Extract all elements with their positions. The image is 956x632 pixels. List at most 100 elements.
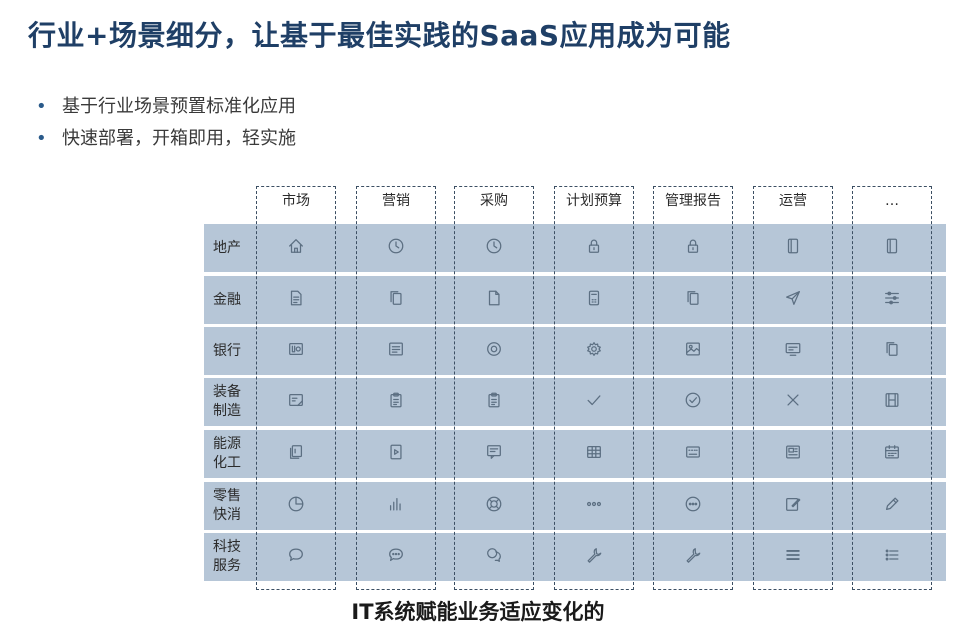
matrix-cell <box>356 327 436 375</box>
industry-scenario-matrix: 地产 金融 银行 装备 制造 能源 化工 零售 快消 科技 服务 市场 营销 采购 计划预算 管理报告 运营… <box>204 186 946 590</box>
matrix-cell <box>753 276 833 324</box>
play-file-icon <box>387 443 405 465</box>
keyboard-icon <box>684 443 702 465</box>
lock-icon <box>585 237 603 259</box>
matrix-cell <box>653 430 733 478</box>
film-icon <box>883 391 901 413</box>
sliders-icon <box>883 289 901 311</box>
calendar-icon <box>883 443 901 465</box>
matrix-cell <box>653 533 733 581</box>
copy-icon <box>684 289 702 311</box>
ui-icon <box>287 340 305 362</box>
matrix-cell <box>753 378 833 426</box>
bullet-list: • 基于行业场景预置标准化应用 • 快速部署，开箱即用，轻实施 <box>36 92 296 156</box>
matrix-cell <box>356 276 436 324</box>
column-header: 计划预算 <box>566 193 622 209</box>
lock-icon <box>684 237 702 259</box>
list-icon <box>387 340 405 362</box>
matrix-cell <box>356 482 436 530</box>
matrix-cell <box>256 378 336 426</box>
matrix-cell <box>753 430 833 478</box>
matrix-cell <box>852 327 932 375</box>
chat-dots-icon <box>387 546 405 568</box>
matrix-cell <box>653 378 733 426</box>
matrix-cell <box>653 482 733 530</box>
note-icon <box>287 391 305 413</box>
column-header: 市场 <box>282 193 310 209</box>
column-header: 采购 <box>480 193 508 209</box>
speech-icon <box>287 546 305 568</box>
menu-icon <box>784 546 802 568</box>
column-header: 运营 <box>779 193 807 209</box>
matrix-cell <box>554 533 634 581</box>
column-header: 管理报告 <box>665 193 721 209</box>
matrix-cell <box>454 533 534 581</box>
matrix-cell <box>653 276 733 324</box>
settings-icon <box>485 340 503 362</box>
matrix-cell <box>554 430 634 478</box>
tablet-icon <box>784 237 802 259</box>
caption: IT系统赋能业务适应变化的 <box>351 600 605 624</box>
matrix-cell <box>454 430 534 478</box>
matrix-cell <box>356 378 436 426</box>
matrix-cell <box>356 224 436 272</box>
matrix-cell <box>256 430 336 478</box>
chat-doc-icon <box>485 443 503 465</box>
matrix-cell <box>852 430 932 478</box>
bar-chart-icon <box>387 495 405 517</box>
wrench-icon <box>585 546 603 568</box>
matrix-cell <box>554 224 634 272</box>
bullet-text: 快速部署，开箱即用，轻实施 <box>62 128 296 149</box>
list-bullets-icon <box>883 546 901 568</box>
matrix-cell <box>256 482 336 530</box>
clock-icon <box>387 237 405 259</box>
matrix-cell <box>256 276 336 324</box>
wrench-icon <box>684 546 702 568</box>
row-label: 地产 <box>213 239 241 256</box>
edit-icon <box>784 495 802 517</box>
clock-icon <box>485 237 503 259</box>
matrix-cell <box>753 327 833 375</box>
matrix-cell <box>852 533 932 581</box>
matrix-cell <box>554 482 634 530</box>
lifebuoy-icon <box>485 495 503 517</box>
send-icon <box>784 289 802 311</box>
newspaper-icon <box>784 443 802 465</box>
matrix-cell <box>554 276 634 324</box>
layers-icon <box>287 443 305 465</box>
column-header: 营销 <box>382 193 410 209</box>
column-header: … <box>885 193 899 209</box>
matrix-cell <box>554 378 634 426</box>
matrix-cell <box>852 378 932 426</box>
row-label: 装备 制造 <box>213 384 241 419</box>
row-label: 金融 <box>213 291 241 308</box>
bullet-item: • 基于行业场景预置标准化应用 <box>36 92 296 124</box>
matrix-cell <box>454 378 534 426</box>
matrix-cell <box>256 224 336 272</box>
row-label: 能源 化工 <box>213 436 241 471</box>
matrix-cell <box>454 276 534 324</box>
matrix-cell <box>653 224 733 272</box>
pen-icon <box>883 495 901 517</box>
bullet-item: • 快速部署，开箱即用，轻实施 <box>36 124 296 156</box>
monitor-icon <box>784 340 802 362</box>
matrix-cell <box>753 533 833 581</box>
matrix-cell <box>356 430 436 478</box>
check-circle-icon <box>684 391 702 413</box>
copy-icon <box>883 340 901 362</box>
home-icon <box>287 237 305 259</box>
matrix-cell <box>256 327 336 375</box>
chat-icon <box>485 546 503 568</box>
file-icon <box>485 289 503 311</box>
matrix-cell <box>454 327 534 375</box>
table-icon <box>585 443 603 465</box>
row-label: 科技 服务 <box>213 539 241 574</box>
bullet-dot: • <box>36 96 47 117</box>
matrix-cell <box>256 533 336 581</box>
page-title: 行业+场景细分，让基于最佳实践的SaaS应用成为可能 <box>28 19 731 52</box>
matrix-cell <box>653 327 733 375</box>
clipboard-icon <box>485 391 503 413</box>
pie-icon <box>287 495 305 517</box>
matrix-cell <box>356 533 436 581</box>
row-label: 零售 快消 <box>213 488 241 523</box>
